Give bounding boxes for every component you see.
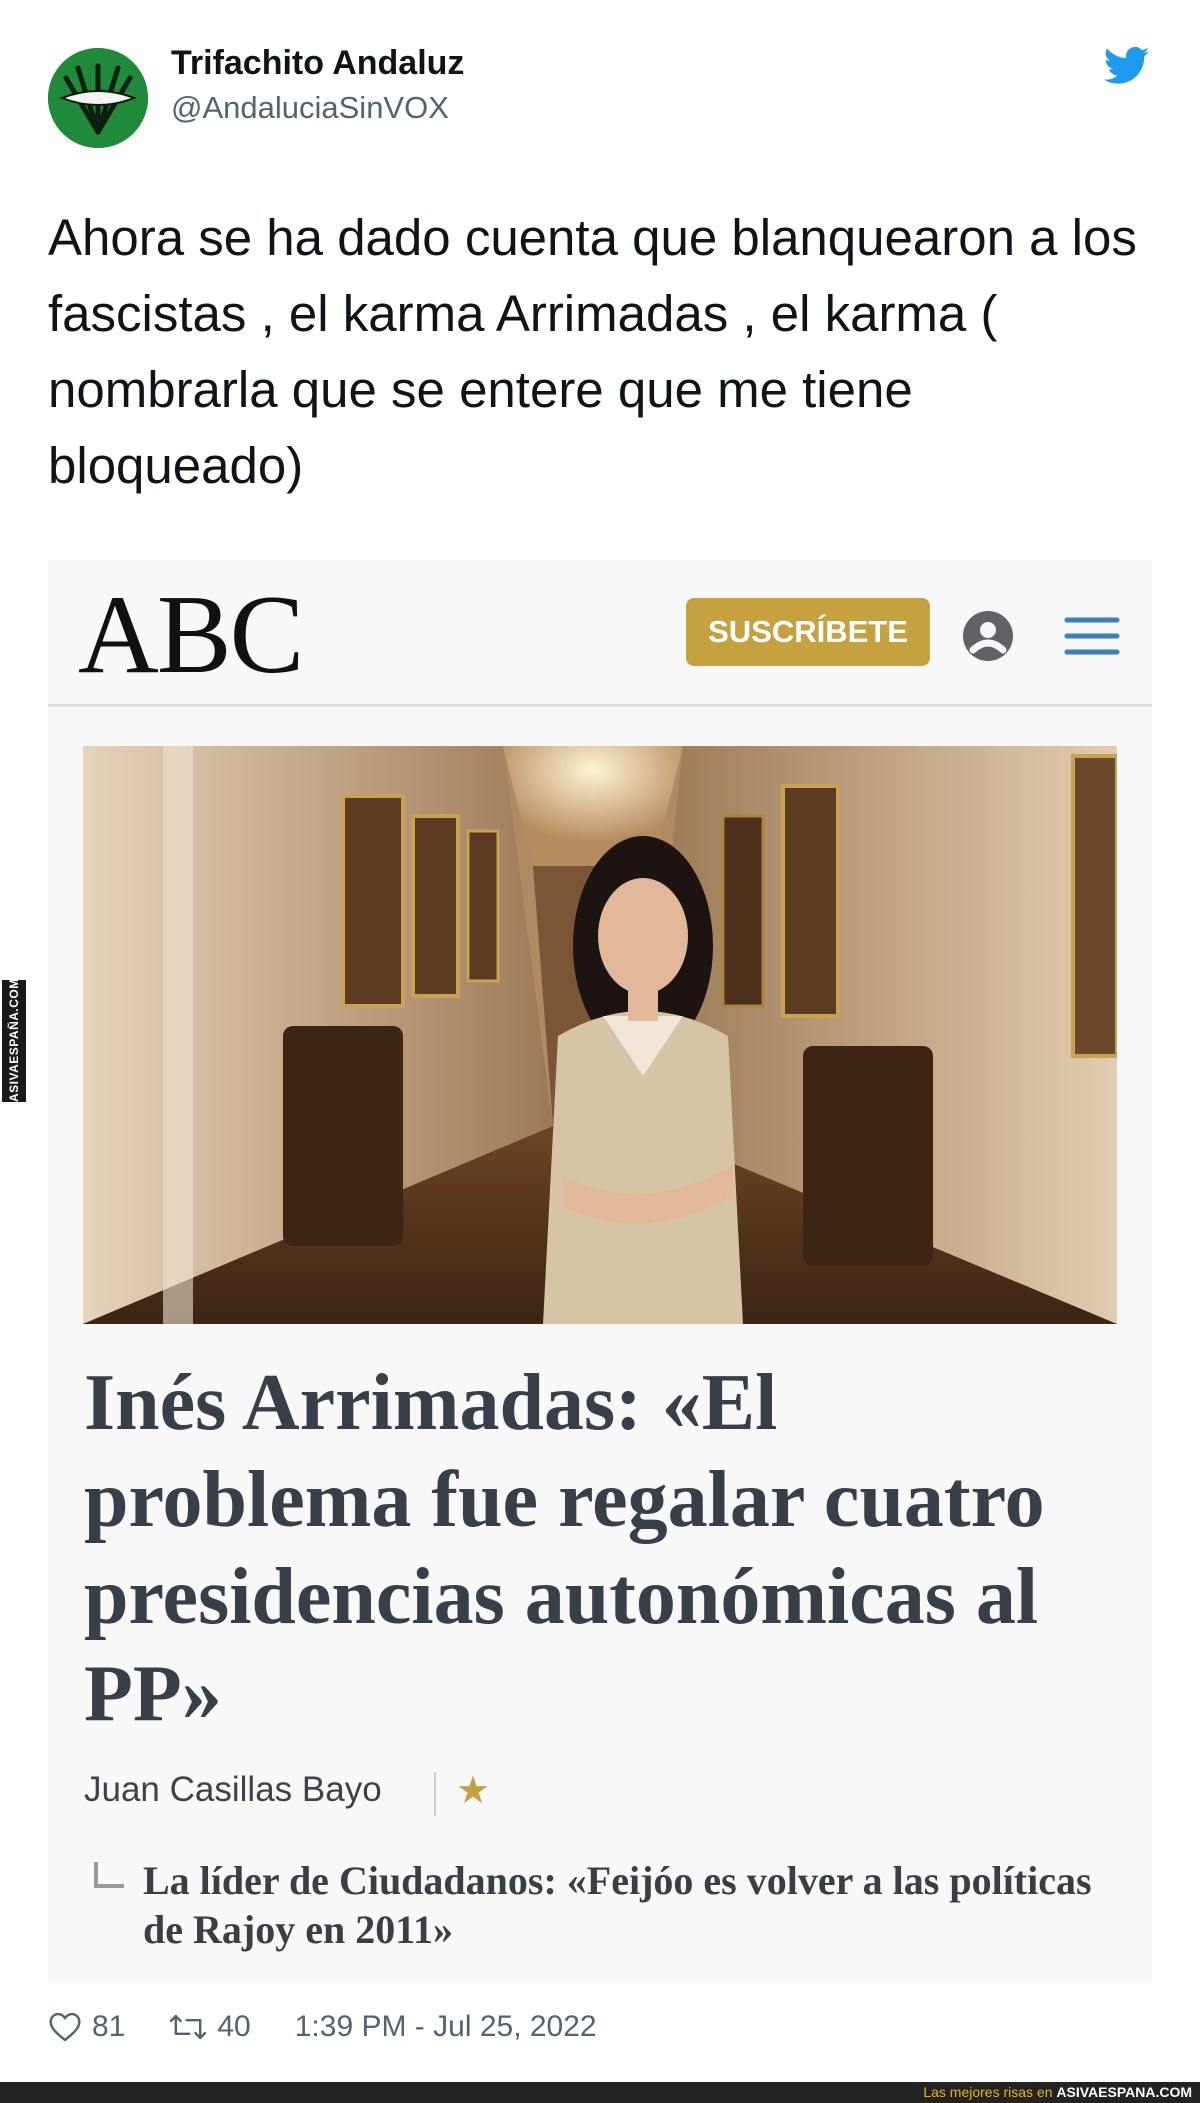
article-headline[interactable]: Inés Arrimadas: «El problema fue regalar…	[84, 1355, 1124, 1743]
author-name[interactable]: Trifachito Andaluz	[171, 44, 464, 83]
header-divider	[48, 704, 1152, 707]
side-watermark: ASIVAESPAÑA.COM	[2, 978, 26, 1102]
hamburger-menu-icon[interactable]	[1064, 614, 1120, 658]
article-author[interactable]: Juan Casillas Bayo	[84, 1770, 382, 1810]
user-icon[interactable]	[962, 610, 1014, 662]
star-icon: ★	[456, 1770, 491, 1812]
footer-site[interactable]: ASIVAESPANA.COM	[1056, 2084, 1192, 2100]
related-article-link[interactable]: La líder de Ciudadanos: «Feijóo es volve…	[143, 1856, 1103, 1954]
tweet-text: Ahora se ha dado cuenta que blanquearon …	[48, 209, 1137, 494]
tweet-timestamp[interactable]: 1:39 PM - Jul 25, 2022	[295, 2010, 597, 2044]
site-logo: ABC	[78, 573, 304, 697]
footer-watermark: Las mejores risas en ASIVAESPANA.COM	[923, 2083, 1192, 2102]
related-link-icon	[94, 1862, 124, 1888]
author-handle[interactable]: @AndaluciaSinVOX	[171, 90, 449, 126]
retweet-icon[interactable]	[169, 2012, 207, 2042]
article-photo	[83, 746, 1117, 1324]
heart-icon[interactable]	[48, 2012, 82, 2042]
subscribe-button[interactable]: SUSCRÍBETE	[686, 598, 930, 666]
tweet-meta: 81 40 1:39 PM - Jul 25, 2022	[48, 2010, 597, 2044]
avatar[interactable]	[48, 48, 148, 148]
byline-divider	[434, 1772, 436, 1816]
like-count: 81	[92, 2010, 126, 2043]
retweet-count: 40	[217, 2010, 251, 2043]
yoke-arrows-icon	[48, 48, 148, 148]
twitter-bird-icon[interactable]	[1103, 46, 1150, 86]
footer-prefix: Las mejores risas en	[923, 2084, 1053, 2100]
